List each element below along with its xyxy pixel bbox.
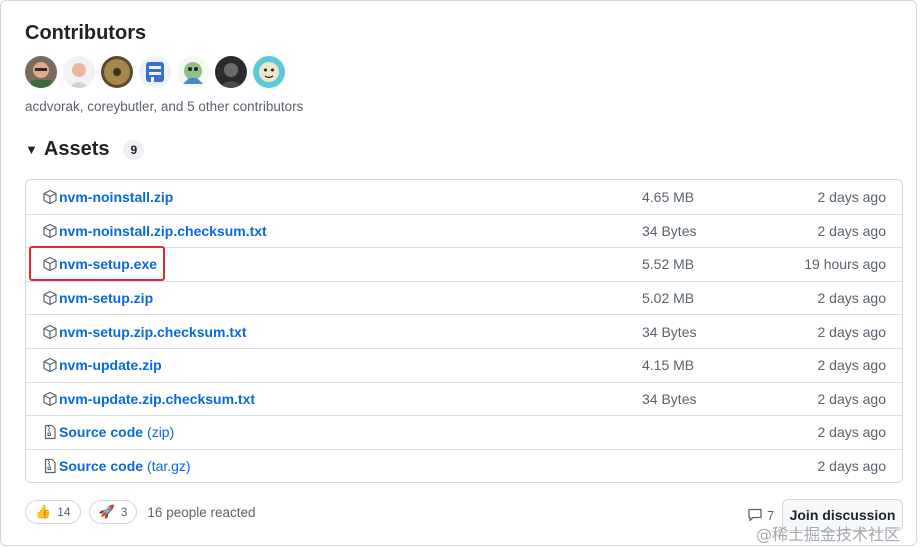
asset-row: nvm-setup.exe 5.52 MB 19 hours ago (26, 247, 902, 281)
caret-down-icon[interactable]: ▼ (25, 142, 38, 157)
asset-link[interactable]: Source code (59, 458, 143, 474)
package-icon (42, 391, 58, 407)
file-zip-icon (42, 424, 58, 440)
asset-row: nvm-update.zip.checksum.txt 34 Bytes 2 day… (26, 381, 902, 416)
asset-name-cell: nvm-noinstall.zip.checksum.txt (42, 223, 267, 239)
asset-name-cell: Source code (tar.gz) (42, 458, 191, 474)
avatar[interactable] (63, 56, 95, 88)
avatar[interactable] (253, 56, 285, 88)
asset-format: (tar.gz) (147, 458, 191, 475)
asset-link[interactable]: nvm-setup.exe (59, 256, 157, 272)
avatar[interactable] (139, 56, 171, 88)
asset-date: 2 days ago (817, 458, 887, 475)
asset-link[interactable]: nvm-noinstall.zip.checksum.txt (59, 223, 267, 239)
release-footer-card: Contributors acdvorak, coreybutler, and … (0, 0, 917, 546)
reaction-thumbs-up-button[interactable]: 👍 14 (25, 500, 81, 524)
asset-name-cell: nvm-noinstall.zip (42, 189, 173, 205)
asset-link[interactable]: nvm-noinstall.zip (59, 189, 173, 205)
asset-date: 2 days ago (817, 222, 887, 239)
asset-date: 2 days ago (817, 424, 887, 441)
contributor-avatars (25, 56, 285, 88)
asset-row: nvm-noinstall.zip.checksum.txt 34 Bytes 2 … (26, 213, 902, 248)
package-icon (42, 189, 58, 205)
asset-date: 2 days ago (817, 188, 887, 205)
asset-row: Source code (zip) 2 days ago (26, 415, 902, 449)
thumbs-up-icon: 👍 (35, 504, 52, 519)
asset-name-cell: nvm-setup.zip.checksum.txt (42, 324, 247, 340)
watermark: @稀土掘金技术社区 (756, 525, 901, 544)
assets-list: nvm-noinstall.zip 4.65 MB 2 days ago nvm-no… (25, 179, 903, 483)
asset-size: 34 Bytes (642, 323, 697, 340)
avatar[interactable] (25, 56, 57, 88)
asset-size: 5.02 MB (642, 290, 695, 307)
avatar[interactable] (101, 56, 133, 88)
asset-link[interactable]: nvm-setup.zip.checksum.txt (59, 324, 247, 340)
contributors-heading: Contributors (25, 22, 147, 44)
reaction-count: 3 (120, 505, 128, 519)
asset-link[interactable]: nvm-update.zip (59, 357, 162, 373)
asset-name-cell: nvm-update.zip.checksum.txt (42, 391, 255, 407)
reaction-count: 14 (57, 505, 71, 519)
asset-name-cell: nvm-update.zip (42, 357, 162, 373)
asset-size: 34 Bytes (642, 390, 697, 407)
avatar[interactable] (215, 56, 247, 88)
asset-link[interactable]: nvm-update.zip.checksum.txt (59, 391, 255, 407)
asset-size: 5.52 MB (642, 256, 695, 273)
package-icon (42, 256, 58, 272)
package-icon (42, 290, 58, 306)
asset-row: Source code (tar.gz) 2 days ago (26, 448, 902, 482)
asset-name-cell: Source code (zip) (42, 424, 174, 440)
package-icon (42, 223, 58, 239)
asset-date: 2 days ago (817, 323, 887, 340)
asset-date: 2 days ago (817, 390, 887, 407)
asset-row: nvm-setup.zip.checksum.txt 34 Bytes 2 days… (26, 314, 902, 348)
assets-title[interactable]: Assets (44, 138, 110, 161)
asset-size: 34 Bytes (642, 222, 697, 239)
file-zip-icon (42, 458, 58, 474)
contributors-summary: acdvorak, coreybutler, and 5 other contr… (25, 99, 304, 114)
reactions-summary: 16 people reacted (147, 504, 256, 520)
asset-format: (zip) (147, 424, 175, 441)
assets-header[interactable]: ▼ Assets 9 (25, 138, 145, 161)
asset-name-cell: nvm-setup.exe (42, 256, 157, 272)
rocket-icon: 🚀 (98, 504, 115, 519)
asset-row: nvm-setup.zip 5.02 MB 2 days ago (26, 280, 902, 315)
asset-row: nvm-noinstall.zip 4.65 MB 2 days ago (26, 180, 902, 214)
asset-size: 4.65 MB (642, 188, 695, 205)
asset-row: nvm-update.zip 4.15 MB 2 days ago (26, 347, 902, 382)
asset-date: 19 hours ago (804, 256, 886, 273)
asset-date: 2 days ago (817, 290, 887, 307)
asset-size: 4.15 MB (642, 357, 695, 374)
avatar[interactable] (177, 56, 209, 88)
asset-name-cell: nvm-setup.zip (42, 290, 153, 306)
asset-link[interactable]: nvm-setup.zip (59, 290, 153, 306)
asset-link[interactable]: Source code (59, 424, 143, 440)
assets-count-badge: 9 (123, 139, 145, 160)
package-icon (42, 324, 58, 340)
asset-date: 2 days ago (817, 357, 887, 374)
reactions-bar: 👍 14 🚀 3 16 people reacted (25, 500, 256, 524)
package-icon (42, 357, 58, 373)
reaction-rocket-button[interactable]: 🚀 3 (88, 500, 138, 524)
